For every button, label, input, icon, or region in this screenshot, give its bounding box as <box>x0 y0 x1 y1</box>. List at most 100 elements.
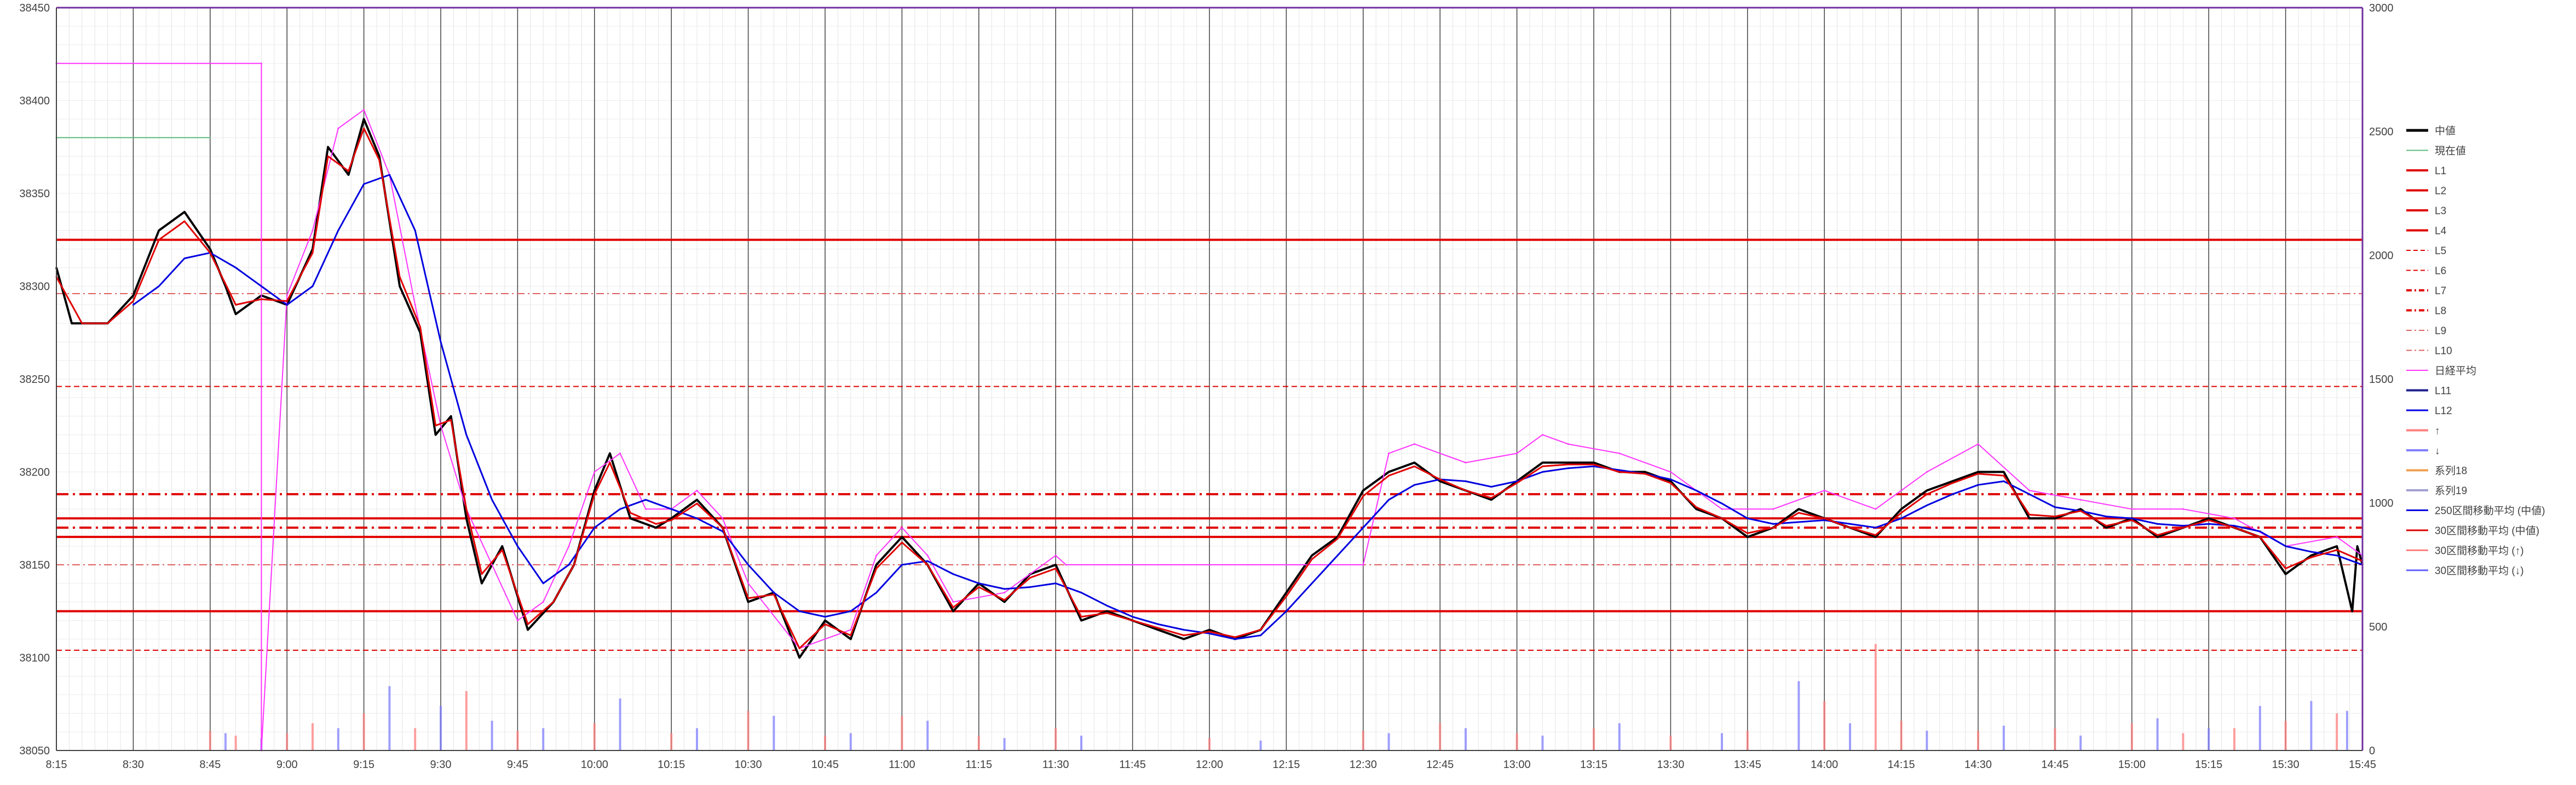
volume-bar <box>1515 733 1518 750</box>
series-point-2 <box>696 489 698 491</box>
series-point-2 <box>440 425 442 427</box>
series-point-4 <box>552 601 555 603</box>
series-point-4 <box>312 251 314 254</box>
legend-label: ↑ <box>2435 426 2440 437</box>
series-point-0 <box>593 489 596 491</box>
series-point-4 <box>1157 627 1159 629</box>
series-point-4 <box>573 564 575 566</box>
series-point-2 <box>1439 452 1441 455</box>
series-point-3 <box>2157 523 2159 525</box>
x-tick-label: 10:00 <box>581 759 608 771</box>
series-point-4 <box>1054 568 1057 570</box>
series-point-2 <box>1004 592 1006 594</box>
series-point-4 <box>1413 465 1415 467</box>
series-point-0 <box>2003 471 2005 473</box>
series-point-4 <box>1772 526 1774 529</box>
series-point-0 <box>2356 545 2359 547</box>
series-point-3 <box>1695 489 1697 491</box>
series-point-0 <box>158 230 160 232</box>
legend-label: 30区間移動平均 (↓) <box>2435 565 2524 577</box>
series-point-2 <box>2131 508 2133 510</box>
series-point-4 <box>875 568 878 570</box>
volume-bar <box>696 728 698 750</box>
volume-bar <box>2002 725 2005 750</box>
series-point-3 <box>593 526 596 529</box>
series-point-0 <box>1951 480 1953 482</box>
volume-bar <box>286 733 289 750</box>
series-point-0 <box>527 629 529 631</box>
series-point-3 <box>516 545 518 547</box>
series-point-0 <box>378 155 381 157</box>
series-point-4 <box>327 155 329 157</box>
series-point-4 <box>1362 495 1364 497</box>
series-point-0 <box>655 526 657 529</box>
series-point-4 <box>722 526 724 529</box>
series-point-3 <box>1004 588 1006 590</box>
series-point-3 <box>1593 465 1595 467</box>
volume-bar <box>414 728 417 750</box>
series-point-4 <box>1541 465 1543 467</box>
series-point-3 <box>1054 582 1057 585</box>
x-tick-label: 14:00 <box>1811 759 1838 771</box>
series-point-0 <box>1362 489 1364 491</box>
series-point-2 <box>644 508 647 510</box>
series-point-4 <box>235 303 237 306</box>
series-point-2 <box>2233 517 2235 519</box>
volume-bar <box>1439 723 1442 750</box>
x-tick-label: 12:00 <box>1196 759 1223 771</box>
series-point-2 <box>337 127 339 129</box>
series-point-2 <box>1823 489 1825 491</box>
series-point-3 <box>978 582 980 585</box>
series-point-4 <box>2003 474 2005 477</box>
series-point-2 <box>363 108 365 111</box>
x-tick-label: 12:30 <box>1350 759 1377 771</box>
series-point-0 <box>1080 620 1082 622</box>
series-point-0 <box>348 174 350 176</box>
series-point-2 <box>568 545 570 547</box>
series-point-3 <box>1721 502 1723 505</box>
series-point-0 <box>901 536 903 538</box>
series-point-3 <box>2054 506 2056 508</box>
series-point-3 <box>670 508 672 510</box>
series-point-3 <box>235 267 237 269</box>
series-point-3 <box>1029 586 1031 588</box>
series-point-0 <box>501 545 503 547</box>
series-point-2 <box>260 62 262 65</box>
series-point-4 <box>1823 517 1825 519</box>
series-point-3 <box>1413 484 1415 486</box>
legend-label: L12 <box>2435 405 2452 417</box>
series-point-4 <box>670 519 672 522</box>
series-point-4 <box>378 159 381 161</box>
series-point-0 <box>2310 554 2312 557</box>
series-point-0 <box>1669 480 1672 482</box>
series-point-4 <box>435 425 437 427</box>
series-point-3 <box>1977 484 1979 486</box>
series-point-0 <box>235 313 237 315</box>
series-point-3 <box>542 582 544 585</box>
series-point-4 <box>1849 526 1851 529</box>
y-left-tick-label: 38450 <box>19 2 50 14</box>
series-point-0 <box>132 294 134 296</box>
series-point-4 <box>363 127 365 129</box>
series-point-3 <box>1797 521 1800 523</box>
series-point-4 <box>107 322 109 324</box>
volume-bar <box>619 698 621 750</box>
series-point-0 <box>1695 508 1697 510</box>
legend-label: L3 <box>2435 205 2446 217</box>
series-point-0 <box>1311 554 1313 557</box>
x-tick-label: 14:30 <box>1964 759 1992 771</box>
series-point-0 <box>1157 629 1159 631</box>
volume-bar <box>516 730 519 750</box>
series-point-0 <box>363 118 365 120</box>
volume-bar <box>747 710 750 750</box>
x-tick-label: 14:15 <box>1888 759 1915 771</box>
series-point-0 <box>1567 462 1569 464</box>
series-point-0 <box>1541 462 1543 464</box>
volume-bar <box>1541 735 1544 750</box>
series-point-2 <box>875 554 878 557</box>
series-point-0 <box>1285 592 1287 594</box>
series-point-0 <box>1644 471 1646 473</box>
series-point-4 <box>1208 631 1211 633</box>
series-point-0 <box>1797 508 1800 510</box>
legend-label: L10 <box>2435 346 2452 357</box>
